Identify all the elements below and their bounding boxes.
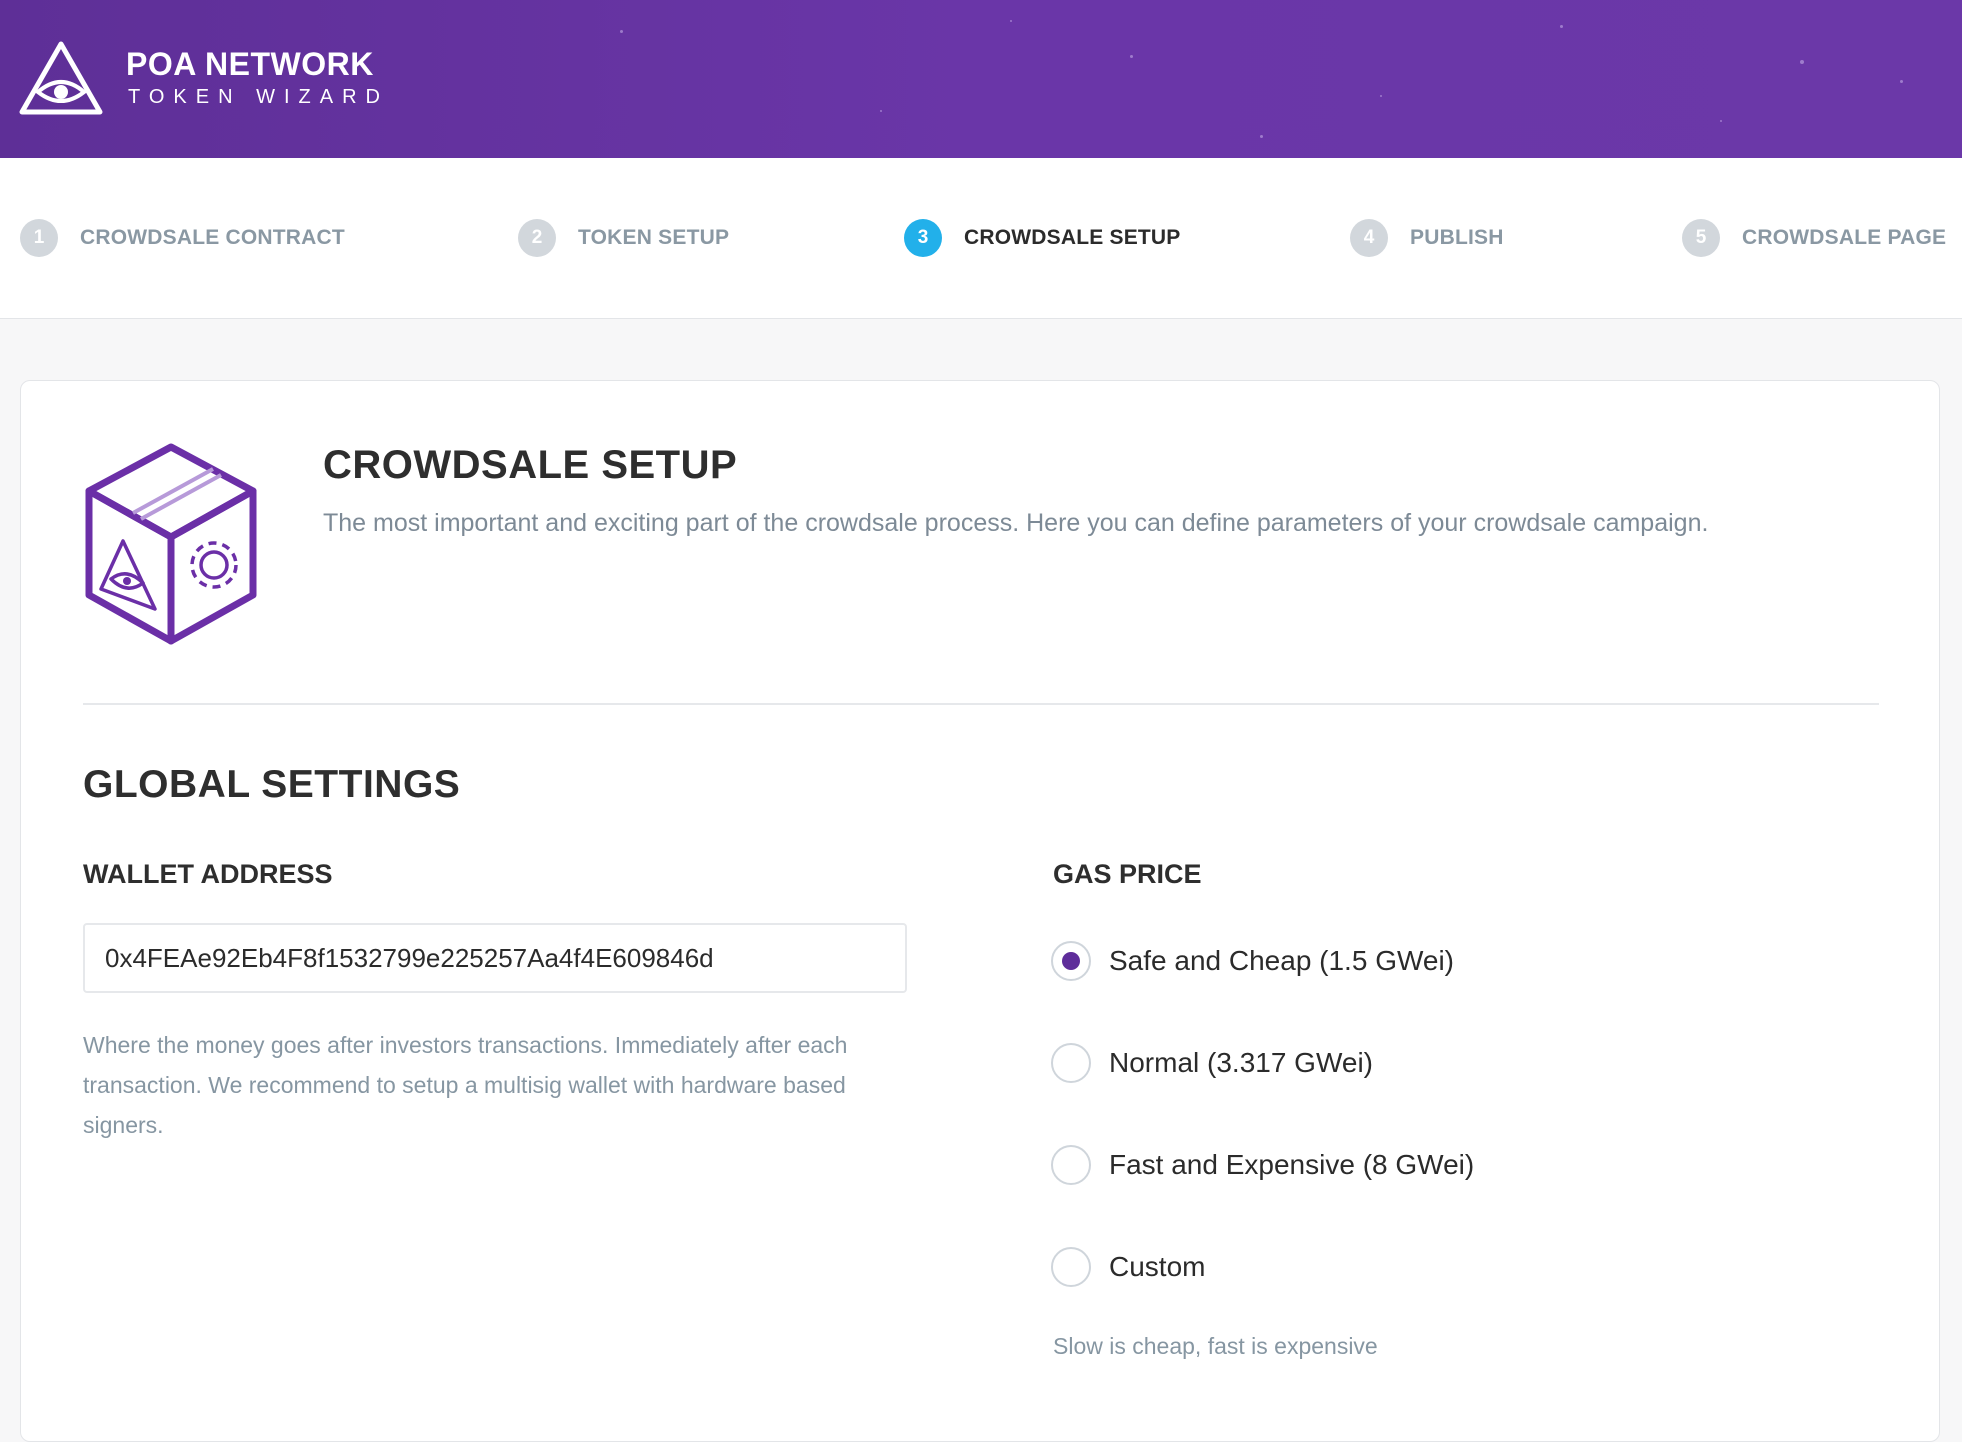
gas-option-fast-expensive[interactable]: Fast and Expensive (8 GWei): [1051, 1142, 1474, 1188]
step-token-setup[interactable]: 2 TOKEN SETUP: [518, 218, 729, 258]
page-title: CROWDSALE SETUP: [323, 443, 738, 487]
step-number: 5: [1682, 219, 1720, 257]
radio-button[interactable]: [1051, 941, 1091, 981]
header-star: [1010, 20, 1012, 22]
page-description: The most important and exciting part of …: [323, 509, 1709, 537]
header-star: [1900, 80, 1903, 83]
brand-subtitle: TOKEN WIZARD: [128, 86, 389, 108]
gas-price-help: Slow is cheap, fast is expensive: [1053, 1333, 1378, 1359]
header-star: [1720, 120, 1722, 122]
wallet-address-label: WALLET ADDRESS: [83, 859, 333, 889]
step-number: 3: [904, 219, 942, 257]
gas-option-normal[interactable]: Normal (3.317 GWei): [1051, 1040, 1373, 1086]
section-title: GLOBAL SETTINGS: [83, 763, 461, 806]
radio-label: Normal (3.317 GWei): [1109, 1047, 1374, 1078]
radio-label: Fast and Expensive (8 GWei): [1109, 1149, 1475, 1180]
crowdsale-box-icon: [85, 443, 257, 645]
crowdsale-setup-card: CROWDSALE SETUP The most important and e…: [20, 380, 1940, 1442]
step-label: CROWDSALE CONTRACT: [80, 226, 345, 249]
step-label: CROWDSALE SETUP: [964, 226, 1181, 249]
step-crowdsale-setup[interactable]: 3 CROWDSALE SETUP: [904, 218, 1181, 258]
radio-label: Custom: [1109, 1251, 1206, 1282]
gas-price-label: GAS PRICE: [1053, 859, 1202, 889]
radio-label: Safe and Cheap (1.5 GWei): [1109, 945, 1455, 976]
radio-button[interactable]: [1051, 1247, 1091, 1287]
header-star: [1380, 95, 1382, 97]
app-header: POA NETWORK TOKEN WIZARD: [0, 0, 1962, 158]
step-crowdsale-contract[interactable]: 1 CROWDSALE CONTRACT: [20, 218, 345, 258]
wallet-address-help: Where the money goes after investors tra…: [83, 1032, 848, 1138]
wallet-address-input[interactable]: [83, 923, 907, 993]
header-star: [880, 110, 882, 112]
step-label: PUBLISH: [1410, 226, 1504, 249]
header-star: [1560, 25, 1563, 28]
step-number: 2: [518, 219, 556, 257]
step-number: 4: [1350, 219, 1388, 257]
step-crowdsale-page[interactable]: 5 CROWDSALE PAGE: [1682, 218, 1946, 258]
step-label: CROWDSALE PAGE: [1742, 226, 1947, 249]
step-publish[interactable]: 4 PUBLISH: [1350, 218, 1504, 258]
brand-title[interactable]: POA NETWORK: [126, 46, 374, 83]
gas-option-safe-cheap[interactable]: Safe and Cheap (1.5 GWei): [1051, 938, 1454, 984]
radio-button[interactable]: [1051, 1043, 1091, 1083]
gas-option-custom[interactable]: Custom: [1051, 1244, 1205, 1290]
radio-dot: [1062, 952, 1080, 970]
eye-triangle-icon[interactable]: [18, 40, 104, 116]
wizard-steps: 1 CROWDSALE CONTRACT 2 TOKEN SETUP 3 CRO…: [0, 158, 1962, 319]
divider: [83, 703, 1879, 705]
step-number: 1: [20, 219, 58, 257]
header-star: [1260, 135, 1263, 138]
step-label: TOKEN SETUP: [578, 226, 730, 249]
header-star: [1130, 55, 1133, 58]
header-star: [1800, 60, 1804, 64]
header-star: [620, 30, 623, 33]
radio-button[interactable]: [1051, 1145, 1091, 1185]
